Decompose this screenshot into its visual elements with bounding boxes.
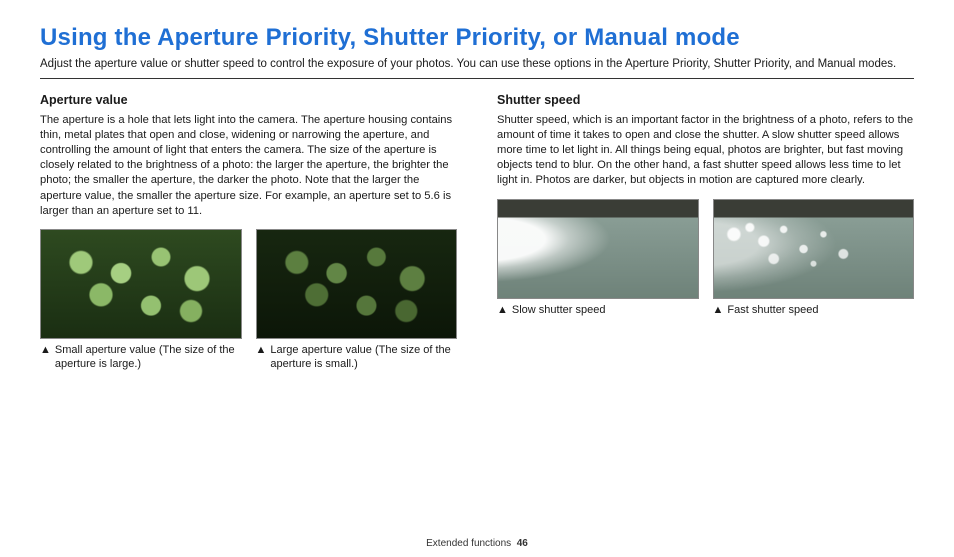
shutter-image-1: ▲ Slow shutter speed xyxy=(497,199,699,317)
footer-page-number: 46 xyxy=(517,538,528,549)
photo-small-aperture-value xyxy=(40,229,242,339)
caption-text: Slow shutter speed xyxy=(512,303,606,317)
right-column: Shutter speed Shutter speed, which is an… xyxy=(497,93,914,371)
caption-text: Large aperture value (The size of the ap… xyxy=(270,343,457,372)
aperture-image-1: ▲ Small aperture value (The size of the … xyxy=(40,229,242,372)
photo-fast-shutter xyxy=(713,199,915,299)
photo-large-aperture-value xyxy=(256,229,458,339)
photo-slow-shutter xyxy=(497,199,699,299)
shutter-image-2: ▲ Fast shutter speed xyxy=(713,199,915,317)
aperture-heading: Aperture value xyxy=(40,93,457,107)
caption-fast-shutter: ▲ Fast shutter speed xyxy=(713,303,915,317)
page-title: Using the Aperture Priority, Shutter Pri… xyxy=(40,24,914,52)
shutter-body: Shutter speed, which is an important fac… xyxy=(497,113,914,189)
two-column-layout: Aperture value The aperture is a hole th… xyxy=(40,93,914,371)
shutter-heading: Shutter speed xyxy=(497,93,914,107)
shutter-image-row: ▲ Slow shutter speed ▲ Fast shutter spee… xyxy=(497,199,914,317)
intro-text: Adjust the aperture value or shutter spe… xyxy=(40,58,914,74)
left-column: Aperture value The aperture is a hole th… xyxy=(40,93,457,371)
caption-text: Fast shutter speed xyxy=(727,303,818,317)
triangle-up-icon: ▲ xyxy=(256,343,267,357)
footer-section: Extended functions xyxy=(426,538,511,549)
aperture-image-row: ▲ Small aperture value (The size of the … xyxy=(40,229,457,372)
triangle-up-icon: ▲ xyxy=(40,343,51,357)
caption-small-aperture: ▲ Small aperture value (The size of the … xyxy=(40,343,242,372)
aperture-body: The aperture is a hole that lets light i… xyxy=(40,113,457,219)
caption-large-aperture: ▲ Large aperture value (The size of the … xyxy=(256,343,458,372)
triangle-up-icon: ▲ xyxy=(497,303,508,317)
caption-text: Small aperture value (The size of the ap… xyxy=(55,343,242,372)
aperture-image-2: ▲ Large aperture value (The size of the … xyxy=(256,229,458,372)
caption-slow-shutter: ▲ Slow shutter speed xyxy=(497,303,699,317)
page-footer: Extended functions 46 xyxy=(0,538,954,549)
horizontal-rule xyxy=(40,78,914,79)
triangle-up-icon: ▲ xyxy=(713,303,724,317)
